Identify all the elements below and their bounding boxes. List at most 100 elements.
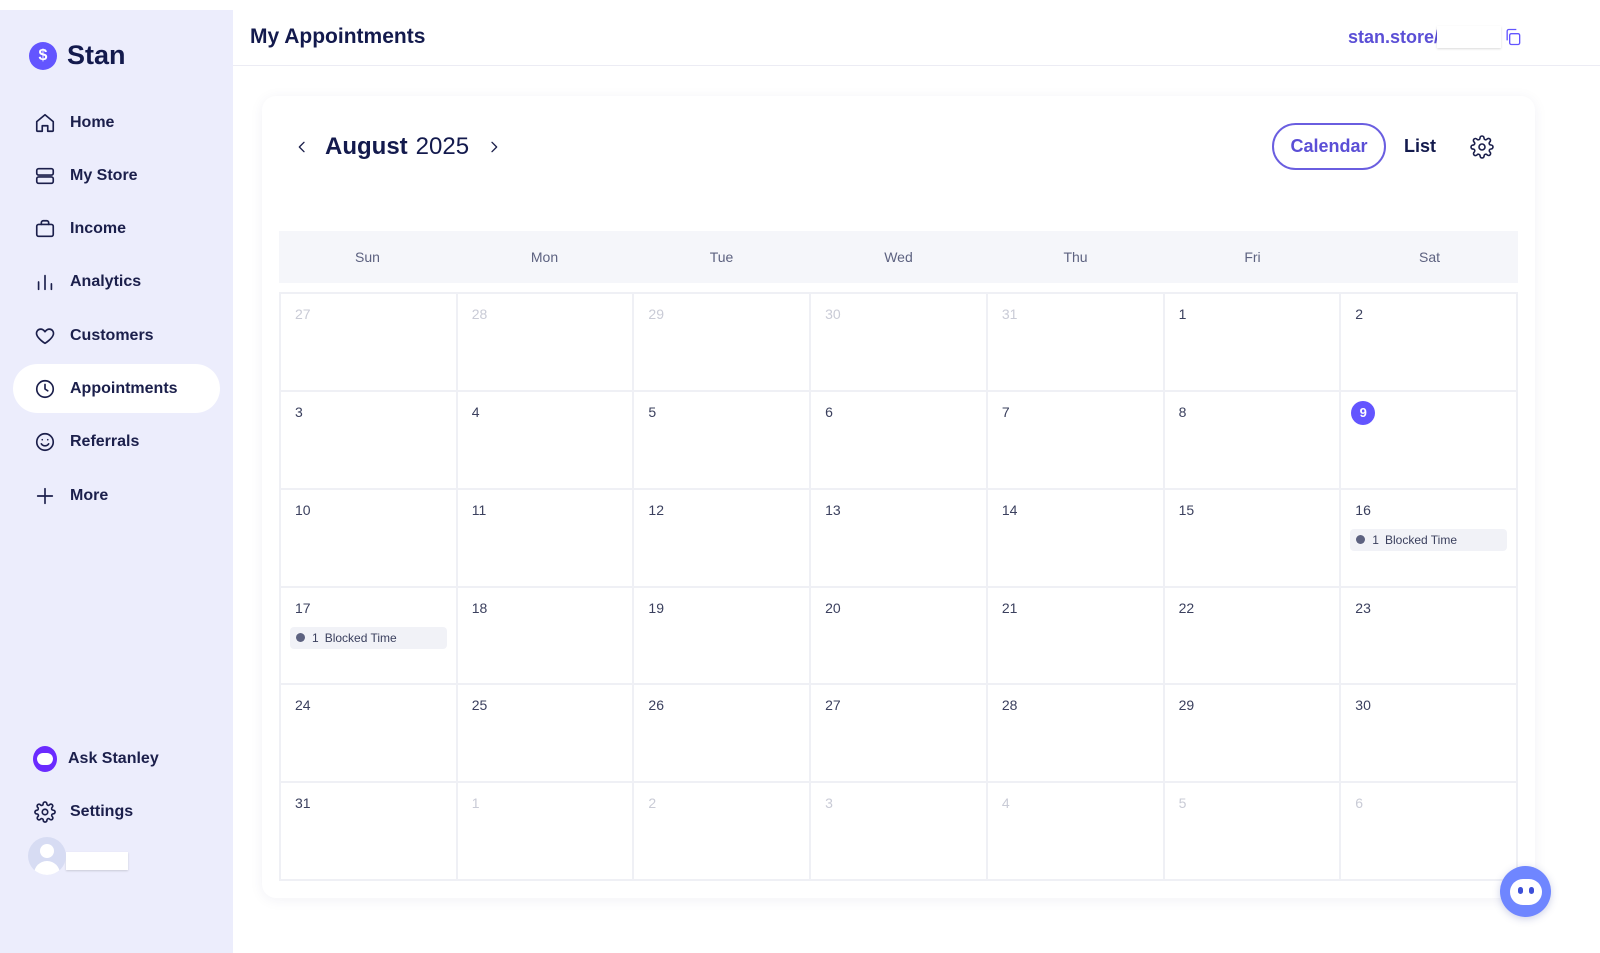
sidebar-item-appointments[interactable]: Appointments <box>13 364 220 414</box>
calendar-day-cell[interactable]: 27 <box>811 685 986 782</box>
calendar-day-cell[interactable]: 29 <box>634 294 810 390</box>
sidebar-item-label: Settings <box>70 802 134 820</box>
calendar-day-cell[interactable]: 6 <box>1341 783 1516 879</box>
weekday-label: Wed <box>884 249 913 265</box>
day-number: 6 <box>1355 795 1364 812</box>
calendar-day-cell[interactable]: 5 <box>634 391 810 488</box>
today-day-number: 9 <box>1351 400 1376 425</box>
sidebar-item-referrals[interactable]: Referrals <box>13 418 220 467</box>
prev-month-button[interactable] <box>293 130 311 164</box>
calendar-day-cell[interactable]: 14 <box>987 489 1163 586</box>
day-number: 17 <box>295 599 311 616</box>
event-chip[interactable]: 1 Blocked Time <box>1350 528 1507 551</box>
calendar-day-cell[interactable]: 28 <box>987 685 1163 782</box>
calendar-day-cell[interactable]: 30 <box>1341 685 1516 782</box>
calendar-day-cell[interactable]: 31 <box>987 294 1163 390</box>
calendar-day-cell[interactable]: 5 <box>1164 783 1340 879</box>
sidebar-item-more[interactable]: More <box>13 471 220 520</box>
calendar-settings-gear-icon[interactable] <box>1470 135 1494 159</box>
day-number: 13 <box>825 501 841 518</box>
sidebar-item-label: Customers <box>70 326 154 344</box>
wallet-icon <box>33 217 57 241</box>
event-count: 1 <box>312 630 319 645</box>
calendar-day-cell[interactable]: 18 <box>457 587 633 684</box>
day-number: 28 <box>471 306 488 322</box>
calendar-day-cell[interactable]: 10 <box>281 489 456 586</box>
day-number: 29 <box>1178 697 1195 714</box>
day-number: 11 <box>471 501 487 518</box>
day-number: 3 <box>295 403 303 420</box>
day-number: 31 <box>295 795 311 812</box>
calendar-day-cell[interactable]: 25 <box>457 685 633 782</box>
day-number: 3 <box>825 795 833 812</box>
day-number: 7 <box>1001 403 1010 420</box>
sidebar-nav: Home My Store Income Analytics Customers <box>13 98 220 524</box>
calendar-day-cell[interactable]: 12 <box>634 489 810 586</box>
calendar-day-cell[interactable]: 15 <box>1164 489 1340 586</box>
calendar-day-cell[interactable]: 22 <box>1164 587 1340 684</box>
user-profile[interactable] <box>28 837 128 875</box>
chevron-right-icon <box>491 141 498 153</box>
calendar-day-cell[interactable]: 17 1 Blocked Time <box>281 587 456 684</box>
calendar-day-cell[interactable]: 3 <box>811 783 986 879</box>
sidebar-item-label: More <box>70 486 109 504</box>
calendar-day-cell[interactable]: 21 <box>987 587 1163 684</box>
copy-icon[interactable] <box>1503 27 1523 47</box>
day-number: 27 <box>295 306 311 322</box>
calendar-day-cell[interactable]: 6 <box>811 391 986 488</box>
sidebar-item-label: Ask Stanley <box>68 749 159 767</box>
calendar-day-cell[interactable]: 31 <box>281 783 456 879</box>
day-number: 19 <box>648 599 664 616</box>
day-number: 31 <box>1001 306 1018 322</box>
store-link[interactable]: stan.store/ <box>1348 27 1439 48</box>
user-name-redacted <box>66 852 128 870</box>
day-number: 1 <box>1178 306 1187 322</box>
calendar-day-cell[interactable]: 20 <box>811 587 986 684</box>
sidebar-item-label: Income <box>70 220 127 238</box>
list-view-button[interactable]: List <box>1396 123 1444 170</box>
event-chip[interactable]: 1 Blocked Time <box>290 626 447 649</box>
calendar-day-cell[interactable]: 29 <box>1164 685 1340 782</box>
day-number: 22 <box>1178 599 1195 616</box>
day-number: 29 <box>648 306 664 322</box>
calendar-day-cell[interactable]: 13 <box>811 489 986 586</box>
sidebar-item-home[interactable]: Home <box>13 98 220 147</box>
day-number: 30 <box>1355 697 1371 714</box>
sidebar-item-ask-stanley[interactable]: Ask Stanley <box>13 734 220 783</box>
calendar-day-cell[interactable]: 3 <box>281 391 456 488</box>
calendar-day-cell[interactable]: 30 <box>811 294 986 390</box>
sidebar-item-label: Appointments <box>70 379 178 397</box>
calendar-day-cell[interactable]: 16 1 Blocked Time <box>1341 489 1516 586</box>
calendar-day-cell[interactable]: 9 <box>1341 391 1516 488</box>
brand[interactable]: $ Stan <box>29 40 126 71</box>
calendar-day-cell[interactable]: 23 <box>1341 587 1516 684</box>
calendar-day-cell[interactable]: 11 <box>457 489 633 586</box>
calendar-day-cell[interactable]: 4 <box>987 783 1163 879</box>
year: 2025 <box>415 133 470 160</box>
help-chat-bot-button[interactable] <box>1500 866 1551 917</box>
topbar: My Appointments stan.store/ <box>233 0 1600 66</box>
calendar-view-button[interactable]: Calendar <box>1272 123 1386 170</box>
next-month-button[interactable] <box>485 130 503 164</box>
calendar-day-cell[interactable]: 28 <box>457 294 633 390</box>
calendar-day-cell[interactable]: 24 <box>281 685 456 782</box>
sidebar-item-settings[interactable]: Settings <box>13 787 220 836</box>
sidebar-item-analytics[interactable]: Analytics <box>13 258 220 307</box>
calendar-day-cell[interactable]: 2 <box>634 783 810 879</box>
day-number: 5 <box>1178 795 1187 812</box>
calendar-day-cell[interactable]: 2 <box>1341 294 1516 390</box>
calendar-day-cell[interactable]: 27 <box>281 294 456 390</box>
day-number: 18 <box>471 599 488 616</box>
calendar-day-cell[interactable]: 7 <box>987 391 1163 488</box>
calendar-day-cell[interactable]: 1 <box>457 783 633 879</box>
calendar-day-cell[interactable]: 26 <box>634 685 810 782</box>
sidebar-item-my-store[interactable]: My Store <box>13 151 220 200</box>
page-title: My Appointments <box>250 25 426 48</box>
calendar-day-cell[interactable]: 8 <box>1164 391 1340 488</box>
sidebar-item-customers[interactable]: Customers <box>13 311 220 360</box>
sidebar-item-income[interactable]: Income <box>13 205 220 254</box>
weekday-label: Sun <box>355 249 380 265</box>
calendar-day-cell[interactable]: 19 <box>634 587 810 684</box>
calendar-day-cell[interactable]: 4 <box>457 391 633 488</box>
calendar-day-cell[interactable]: 1 <box>1164 294 1340 390</box>
